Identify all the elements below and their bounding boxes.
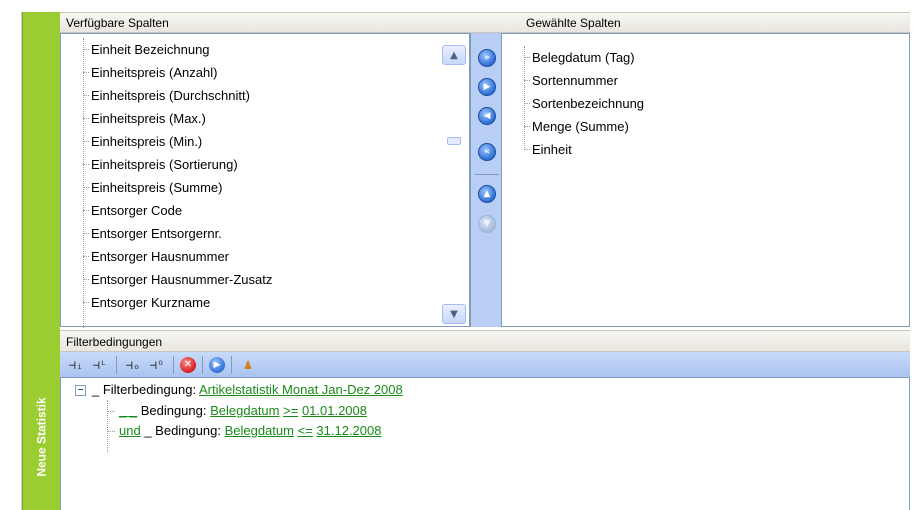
add-and-icon[interactable]: ⊣ₒ xyxy=(123,355,143,375)
condition-connector[interactable]: _ _ xyxy=(119,403,137,418)
condition-field-link[interactable]: Belegdatum xyxy=(225,423,294,438)
available-columns-list[interactable]: Einheit Bezeichnung Einheitspreis (Anzah… xyxy=(60,33,470,328)
scroll-thumb[interactable] xyxy=(447,137,461,145)
filter-tree[interactable]: − _ Filterbedingung: Artikelstatistik Mon… xyxy=(60,378,910,510)
condition-value-link[interactable]: 01.01.2008 xyxy=(302,403,367,418)
list-item[interactable]: Sortennummer xyxy=(524,69,644,92)
condition-operator-link[interactable]: >= xyxy=(283,403,298,418)
condition-operator-link[interactable]: <= xyxy=(298,423,313,438)
list-item[interactable]: Einheit Bezeichnung xyxy=(83,38,272,61)
add-condition-icon[interactable]: ⊣ᵢ xyxy=(66,355,86,375)
condition-field-link[interactable]: Belegdatum xyxy=(210,403,279,418)
list-item[interactable]: Menge (Summe) xyxy=(524,115,644,138)
user-icon[interactable]: ♟ xyxy=(238,355,258,375)
scroll-up-icon[interactable]: ▲ xyxy=(442,45,466,65)
scroll-down-icon[interactable]: ▼ xyxy=(442,304,466,324)
condition-row[interactable]: und _ Bedingung: Belegdatum <= 31.12.200… xyxy=(119,421,381,441)
add-or-icon[interactable]: ⊣ᴼ xyxy=(147,355,167,375)
add-subcondition-icon[interactable]: ⊣ᴸ xyxy=(90,355,110,375)
list-item[interactable]: Einheitspreis (Summe) xyxy=(83,176,272,199)
move-all-right-icon[interactable]: » xyxy=(478,49,496,67)
condition-value-link[interactable]: 31.12.2008 xyxy=(316,423,381,438)
list-item[interactable]: Einheitspreis (Durchschnitt) xyxy=(83,84,272,107)
condition-label: _ Bedingung: xyxy=(144,423,221,438)
side-tab-label: Neue Statistik xyxy=(35,397,50,477)
list-item[interactable]: Einheitspreis (Sortierung) xyxy=(83,153,272,176)
available-list-scrollbar[interactable]: ▲ ▼ xyxy=(441,37,467,326)
list-item[interactable]: Einheit xyxy=(524,138,644,161)
list-item[interactable]: Entsorger Hausnummer xyxy=(83,245,272,268)
condition-connector[interactable]: und xyxy=(119,423,141,438)
list-item[interactable]: Sortenbezeichnung xyxy=(524,92,644,115)
filter-root-prefix: _ Filterbedingung: xyxy=(92,382,197,397)
filter-toolbar: ⊣ᵢ ⊣ᴸ ⊣ₒ ⊣ᴼ ✕ ▶ ♟ xyxy=(60,352,910,378)
list-item[interactable]: Belegdatum (Tag) xyxy=(524,46,644,69)
condition-label: Bedingung: xyxy=(140,403,207,418)
column-mover-panel: » ▶ ◀ « ▲ ▼ xyxy=(470,33,502,327)
chosen-columns-list[interactable]: Belegdatum (Tag) Sortennummer Sortenbeze… xyxy=(502,33,910,327)
filter-name-link[interactable]: Artikelstatistik Monat Jan-Dez 2008 xyxy=(199,382,403,397)
list-item[interactable]: Entsorger Kurzname xyxy=(83,291,272,314)
available-columns-header: Verfügbare Spalten xyxy=(60,12,470,33)
list-item[interactable]: Einheitspreis (Anzahl) xyxy=(83,61,272,84)
move-all-left-icon[interactable]: « xyxy=(478,143,496,161)
filter-conditions-header: Filterbedingungen xyxy=(60,330,910,352)
list-item[interactable]: Einheitspreis (Min.) xyxy=(83,130,272,153)
condition-row[interactable]: _ _ Bedingung: Belegdatum >= 01.01.2008 xyxy=(119,401,367,421)
chosen-columns-header: Gewählte Spalten xyxy=(470,12,910,33)
move-up-icon[interactable]: ▲ xyxy=(478,185,496,203)
move-left-icon[interactable]: ◀ xyxy=(478,107,496,125)
list-item[interactable]: Entsorger Entsorgernr. xyxy=(83,222,272,245)
list-item[interactable]: Einheitspreis (Max.) xyxy=(83,107,272,130)
move-right-icon[interactable]: ▶ xyxy=(478,78,496,96)
list-item[interactable]: Entsorger Hausnummer-Zusatz xyxy=(83,268,272,291)
apply-icon[interactable]: ▶ xyxy=(209,356,225,373)
collapse-icon[interactable]: − xyxy=(75,385,86,397)
filter-root-row[interactable]: − _ Filterbedingung: Artikelstatistik Mon… xyxy=(75,380,403,400)
side-tab[interactable]: Neue Statistik xyxy=(22,12,60,510)
delete-icon[interactable]: ✕ xyxy=(180,356,196,373)
window-top-margin xyxy=(0,0,913,12)
list-item[interactable]: Entsorger Code xyxy=(83,199,272,222)
left-edge xyxy=(0,12,22,510)
move-down-icon: ▼ xyxy=(478,215,496,233)
